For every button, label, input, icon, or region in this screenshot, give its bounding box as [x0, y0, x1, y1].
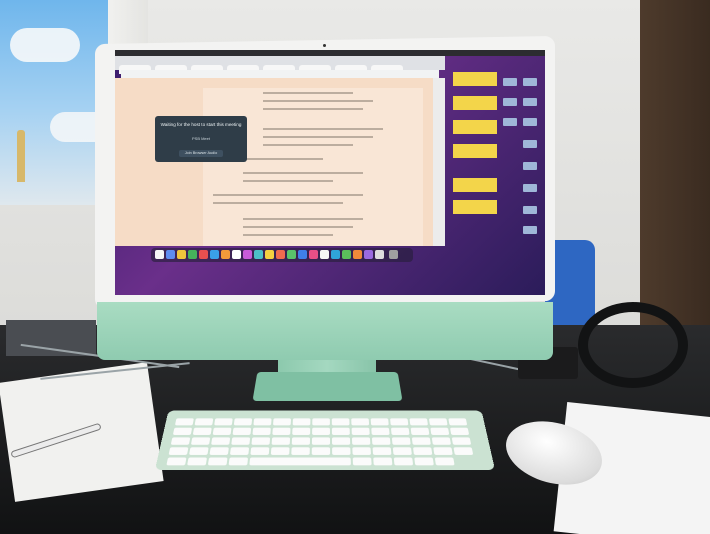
- text-line: [243, 226, 353, 228]
- text-line: [243, 234, 333, 236]
- app-icon[interactable]: [265, 250, 274, 259]
- sticky-note[interactable]: [453, 144, 497, 158]
- key-row: [170, 434, 478, 445]
- desktop-file-icon[interactable]: [523, 98, 537, 106]
- app-icon[interactable]: [364, 250, 373, 259]
- app-icon[interactable]: [232, 250, 241, 259]
- door: [640, 0, 710, 330]
- app-icon[interactable]: [375, 250, 384, 259]
- text-line: [263, 92, 353, 94]
- join-audio-button[interactable]: Join Browser Audio: [179, 150, 223, 157]
- finder-icon[interactable]: [155, 250, 164, 259]
- meeting-message: Waiting for the host to start this meeti…: [160, 122, 242, 127]
- app-icon[interactable]: [342, 250, 351, 259]
- desktop-file-icon[interactable]: [523, 206, 537, 214]
- app-icon[interactable]: [243, 250, 252, 259]
- text-line: [243, 172, 363, 174]
- key-row: [166, 454, 483, 466]
- app-icon[interactable]: [298, 250, 307, 259]
- desktop-file-icon[interactable]: [503, 78, 517, 86]
- key-row: [172, 425, 476, 435]
- desktop-file-icon[interactable]: [523, 140, 537, 148]
- screen: Waiting for the host to start this meeti…: [115, 50, 545, 295]
- document-window: Waiting for the host to start this meeti…: [115, 78, 445, 246]
- meeting-name: PSB Meet: [191, 136, 210, 141]
- app-icon[interactable]: [353, 250, 362, 259]
- app-icon[interactable]: [254, 250, 263, 259]
- text-line: [213, 202, 343, 204]
- app-icon[interactable]: [221, 250, 230, 259]
- document-side-panel: [433, 78, 445, 246]
- desktop-file-icon[interactable]: [503, 118, 517, 126]
- photo-scene: Waiting for the host to start this meeti…: [0, 0, 710, 534]
- app-icon[interactable]: [177, 250, 186, 259]
- key-row: [174, 415, 474, 426]
- app-icon[interactable]: [331, 250, 340, 259]
- app-icon[interactable]: [309, 250, 318, 259]
- dock: [151, 248, 413, 262]
- text-line: [263, 136, 373, 138]
- text-line: [263, 144, 353, 146]
- text-line: [213, 194, 363, 196]
- text-line: [263, 128, 383, 130]
- sticky-note[interactable]: [453, 178, 497, 192]
- monitor-stand-base: [252, 371, 403, 402]
- minaret: [17, 130, 25, 182]
- desktop-file-icon[interactable]: [523, 118, 537, 126]
- sticky-note[interactable]: [453, 200, 497, 214]
- cloud: [10, 28, 80, 62]
- sticky-note[interactable]: [453, 120, 497, 134]
- keyboard: [154, 410, 496, 470]
- app-icon[interactable]: [199, 250, 208, 259]
- desktop-file-icon[interactable]: [523, 78, 537, 86]
- meeting-waiting-dialog: Waiting for the host to start this meeti…: [155, 116, 247, 162]
- app-icon[interactable]: [210, 250, 219, 259]
- desktop-file-icon[interactable]: [503, 98, 517, 106]
- app-icon[interactable]: [320, 250, 329, 259]
- sticky-note[interactable]: [453, 96, 497, 110]
- desktop-file-icon[interactable]: [523, 226, 537, 234]
- trash-icon[interactable]: [389, 250, 398, 259]
- imac-monitor: Waiting for the host to start this meeti…: [95, 35, 555, 360]
- document-page: [203, 88, 423, 246]
- browser-tab-strip: [115, 56, 445, 74]
- text-line: [243, 180, 333, 182]
- text-line: [263, 108, 363, 110]
- app-icon[interactable]: [166, 250, 175, 259]
- text-line: [263, 100, 373, 102]
- desktop-file-icon[interactable]: [523, 184, 537, 192]
- text-line: [243, 218, 363, 220]
- app-icon[interactable]: [287, 250, 296, 259]
- app-icon[interactable]: [188, 250, 197, 259]
- sticky-note[interactable]: [453, 72, 497, 86]
- address-bar[interactable]: [121, 70, 439, 78]
- camera: [323, 44, 326, 47]
- side-panel: [6, 320, 96, 356]
- headphones: [578, 302, 688, 388]
- desktop-file-icon[interactable]: [523, 162, 537, 170]
- key-row: [168, 444, 481, 455]
- monitor-chin: [97, 302, 553, 360]
- app-icon[interactable]: [276, 250, 285, 259]
